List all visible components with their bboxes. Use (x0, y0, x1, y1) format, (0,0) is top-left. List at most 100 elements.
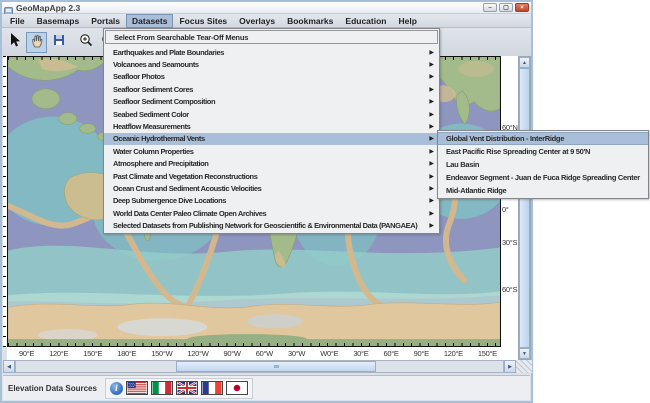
longitude-label: 90°W (223, 349, 241, 358)
submenu-arrow-icon: ▶ (429, 124, 434, 131)
longitude-label: 30°E (353, 349, 369, 358)
menu-bar: File Basemaps Portals Datasets Focus Sites Ov… (2, 13, 531, 28)
menu-item-row[interactable]: Selected Datasets from Publishing Networ… (104, 219, 439, 231)
vertical-scrollbar[interactable]: ▲ ▼ (518, 56, 531, 360)
horizontal-scrollbar: ◀ ▶ (3, 360, 532, 373)
submenu-item-label: East Pacific Rise Spreading Center at 9 … (446, 147, 591, 156)
menu-bar-item[interactable]: Help (393, 14, 423, 28)
scroll-right-button[interactable]: ▶ (504, 360, 516, 373)
minimize-button[interactable]: – (483, 3, 497, 12)
menu-item-row[interactable]: Oceanic Hydrothermal Vents ▶ (104, 132, 439, 146)
submenu-item-row[interactable]: Mid-Atlantic Ridge (438, 184, 648, 197)
menu-item-row[interactable]: Volcanoes and Seamounts ▶ (104, 58, 439, 70)
longitude-label: 90°E (19, 349, 35, 358)
flag-uk-button[interactable] (175, 381, 198, 395)
submenu-item-row[interactable]: Global Vent Distribution - InterRidge (438, 132, 648, 145)
menu-bar-item[interactable]: Portals (85, 14, 126, 28)
menu-item-row[interactable]: Water Column Properties ▶ (104, 145, 439, 157)
latitude-axis: 60°N 0° 30°S 60°S (501, 56, 518, 360)
tear-off-menu-item[interactable]: Select From Searchable Tear-Off Menus (105, 30, 438, 44)
longitude-label: 60°W (255, 349, 274, 358)
menu-item-label: Volcanoes and Seamounts (113, 60, 199, 70)
horizontal-scrollbar-track[interactable] (15, 360, 504, 373)
menu-bar-item[interactable]: Focus Sites (173, 14, 233, 28)
longitude-label: 120°E (443, 349, 463, 358)
longitude-label: 30°W (287, 349, 306, 358)
select-cursor-tool[interactable] (4, 32, 25, 53)
menu-item-row[interactable]: Seafloor Sediment Cores ▶ (104, 83, 439, 95)
menu-item-row[interactable]: Deep Submergence Dive Locations ▶ (104, 195, 439, 207)
maximize-button[interactable]: ▢ (499, 3, 513, 12)
menu-bar-item[interactable]: Datasets (126, 13, 174, 28)
menu-bar-item[interactable]: Education (339, 14, 392, 28)
menu-bar-item[interactable]: Bookmarks (281, 14, 339, 28)
pan-hand-tool[interactable] (26, 31, 47, 53)
minimize-icon: – (488, 4, 492, 11)
menu-item-row[interactable]: World Data Center Paleo Climate Open Arc… (104, 207, 439, 219)
scroll-left-button[interactable]: ◀ (3, 360, 15, 373)
scroll-right-icon: ▶ (508, 363, 512, 370)
menu-item-label: Selected Datasets from Publishing Networ… (113, 221, 418, 231)
menu-item-label: Seafloor Photos (113, 72, 165, 82)
flag-japan-button[interactable] (225, 381, 248, 395)
datasets-menu-items: Earthquakes and Plate Boundaries ▶ Volca… (104, 45, 439, 233)
submenu-arrow-icon: ▶ (429, 86, 434, 93)
menu-bar-item[interactable]: Overlays (233, 14, 281, 28)
menu-item-row[interactable]: Atmosphere and Precipitation ▶ (104, 158, 439, 170)
scroll-down-button[interactable]: ▼ (519, 348, 530, 359)
menu-bar-item[interactable]: File (4, 14, 31, 28)
longitude-axis: 90°E 120°E 150°E 180°E 150°W 120°W 90°W 60°W 30°… (7, 347, 501, 360)
resize-grip[interactable] (516, 360, 532, 373)
submenu-item-label: Global Vent Distribution - InterRidge (446, 134, 565, 143)
submenu-item-label: Endeavor Segment - Juan de Fuca Ridge Sp… (446, 173, 640, 182)
desktop: GeoMapApp 2.3 – ▢ × File Basemaps Portals D… (0, 0, 650, 403)
horizontal-scrollbar-thumb[interactable] (176, 361, 376, 372)
submenu-item-label: Mid-Atlantic Ridge (446, 186, 507, 195)
submenu-arrow-icon: ▶ (429, 99, 434, 106)
menu-item-label: Atmosphere and Precipitation (113, 159, 209, 169)
menu-item-row[interactable]: Earthquakes and Plate Boundaries ▶ (104, 46, 439, 58)
submenu-item-row[interactable]: East Pacific Rise Spreading Center at 9 … (438, 145, 648, 158)
submenu-arrow-icon: ▶ (429, 111, 434, 118)
longitude-label: 150°E (477, 349, 497, 358)
menu-item-row[interactable]: Seabed Sediment Color ▶ (104, 108, 439, 120)
menu-item-row[interactable]: Seafloor Photos ▶ (104, 71, 439, 83)
flag-france-button[interactable] (200, 381, 223, 395)
datasets-menu: Select From Searchable Tear-Off Menus Ea… (103, 28, 440, 234)
app-icon (4, 3, 13, 16)
menu-item-row[interactable]: Ocean Crust and Sediment Acoustic Veloci… (104, 182, 439, 194)
scroll-left-icon: ◀ (7, 363, 11, 370)
menu-item-label: Earthquakes and Plate Boundaries (113, 47, 224, 57)
save-tool[interactable] (48, 32, 69, 53)
info-icon[interactable]: i (109, 381, 123, 395)
zoom-in-icon (78, 32, 94, 53)
close-button[interactable]: × (515, 3, 529, 12)
submenu-item-row[interactable]: Endeavor Segment - Juan de Fuca Ridge Sp… (438, 171, 648, 184)
menu-item-label: Seafloor Sediment Cores (113, 84, 193, 94)
menu-item-row[interactable]: Past Climate and Vegetation Reconstructi… (104, 170, 439, 182)
elevation-sources-panel: i (104, 377, 253, 399)
menu-item-label: Past Climate and Vegetation Reconstructi… (113, 171, 258, 181)
flag-usa-button[interactable] (125, 381, 148, 395)
submenu-item-label: Lau Basin (446, 160, 480, 169)
scroll-down-icon: ▼ (522, 350, 527, 357)
submenu-arrow-icon: ▶ (429, 210, 434, 217)
menu-item-label: Seafloor Sediment Composition (113, 97, 216, 107)
submenu-arrow-icon: ▶ (429, 148, 434, 155)
vertical-scrollbar-thumb[interactable] (519, 68, 530, 348)
menu-item-label: Deep Submergence Dive Locations (113, 196, 227, 206)
longitude-label: 150°W (151, 349, 173, 358)
submenu-arrow-icon: ▶ (429, 185, 434, 192)
menu-item-row[interactable]: Seafloor Sediment Composition ▶ (104, 96, 439, 108)
menu-bar-item[interactable]: Basemaps (31, 14, 86, 28)
menu-item-row[interactable]: Heatflow Measurements ▶ (104, 120, 439, 132)
flag-italy-button[interactable] (150, 381, 173, 395)
submenu-item-row[interactable]: Lau Basin (438, 158, 648, 171)
window-title: GeoMapApp 2.3 (16, 2, 81, 13)
scroll-up-button[interactable]: ▲ (519, 57, 530, 68)
scroll-up-icon: ▲ (522, 59, 527, 66)
latitude-label: 30°S (502, 238, 518, 247)
zoom-in-tool[interactable] (75, 32, 96, 53)
title-bar[interactable]: GeoMapApp 2.3 – ▢ × (2, 2, 531, 16)
menu-item-label: Seabed Sediment Color (113, 109, 189, 119)
